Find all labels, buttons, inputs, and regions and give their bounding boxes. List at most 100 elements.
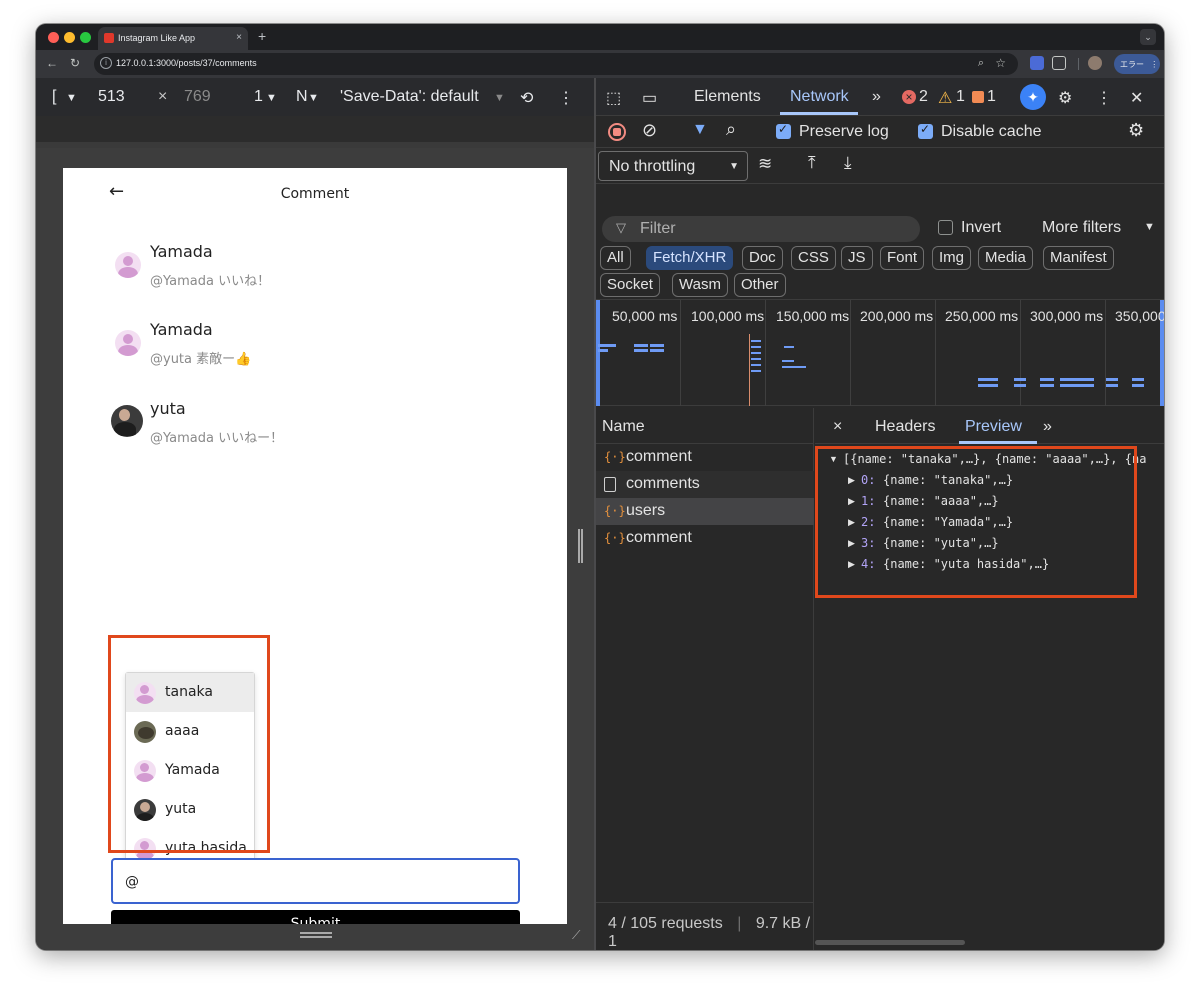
puzzle-icon[interactable] <box>1052 56 1066 70</box>
comment-text: @yuta 素敵ー👍 <box>150 352 252 367</box>
favicon-icon <box>104 33 114 43</box>
info-icon[interactable]: i <box>100 57 112 69</box>
timeline-tick: 50,000 ms <box>612 308 678 324</box>
error-icon[interactable]: × <box>902 90 916 104</box>
type-filter-socket[interactable]: Socket <box>600 273 660 297</box>
more-options-icon[interactable]: ⋮ <box>558 88 574 108</box>
timeline-tick: 200,000 ms <box>860 308 934 324</box>
more-tabs-icon[interactable]: » <box>872 88 881 106</box>
timeline-tick: 250,000 ms <box>945 308 1019 324</box>
error-count[interactable]: 2 <box>919 88 928 106</box>
type-filter-other[interactable]: Other <box>734 273 786 297</box>
tab-preview[interactable]: Preview <box>965 418 1022 436</box>
name-column-header[interactable]: Name <box>596 408 814 444</box>
profile-icon[interactable] <box>1088 56 1102 70</box>
more-filters-dropdown[interactable]: More filters <box>1042 219 1121 237</box>
network-conditions-icon[interactable]: ≋ <box>758 154 772 174</box>
inspect-element-icon[interactable]: ⬚ <box>606 88 621 108</box>
swap-dimensions-icon[interactable]: × <box>158 88 167 106</box>
extension-icon[interactable] <box>1030 56 1044 70</box>
disable-cache-checkbox[interactable] <box>918 122 933 139</box>
preserve-log-checkbox[interactable] <box>776 122 791 139</box>
submit-button[interactable]: Submit <box>111 910 520 924</box>
back-icon[interactable]: ← <box>46 56 58 70</box>
filter-input[interactable]: ▽ Filter <box>602 216 920 242</box>
tab-close-icon[interactable]: × <box>236 32 242 43</box>
zoom-icon[interactable]: ⌕ <box>978 57 984 70</box>
type-filter-media[interactable]: Media <box>978 246 1033 270</box>
menu-icon[interactable]: ⋮ <box>1150 60 1158 69</box>
request-name: comments <box>626 475 700 492</box>
ai-assistant-icon[interactable]: ✦ <box>1020 84 1046 110</box>
type-filter-doc[interactable]: Doc <box>742 246 783 270</box>
tab-elements[interactable]: Elements <box>694 88 761 106</box>
throttling-select[interactable]: No throttling ▼ <box>598 151 748 181</box>
clear-icon[interactable]: ⊘ <box>642 120 657 141</box>
resize-corner-icon[interactable]: ⟋ <box>572 928 580 943</box>
record-icon[interactable] <box>608 123 626 141</box>
close-icon[interactable]: ✕ <box>1130 88 1143 108</box>
star-icon[interactable]: ☆ <box>995 56 1006 70</box>
gear-icon[interactable]: ⚙ <box>1128 120 1144 141</box>
request-row[interactable]: comments <box>596 471 814 498</box>
filter-icon[interactable]: ▼ <box>692 121 708 139</box>
type-filter-font[interactable]: Font <box>880 246 925 270</box>
request-row[interactable]: {·} comment <box>596 444 814 471</box>
search-icon[interactable]: ⌕ <box>726 119 736 140</box>
highlight-box <box>108 635 270 853</box>
close-window-button[interactable] <box>48 32 59 43</box>
resize-handle-bottom[interactable] <box>300 932 332 938</box>
type-filter-img[interactable]: Img <box>932 246 972 270</box>
tab-headers[interactable]: Headers <box>875 418 935 436</box>
tab-network[interactable]: Network <box>790 88 849 106</box>
close-detail-icon[interactable]: × <box>833 418 842 436</box>
avatar <box>115 330 141 356</box>
type-filter-css[interactable]: CSS <box>791 246 836 270</box>
type-filter-all[interactable]: All <box>600 246 631 270</box>
timeline-left-handle[interactable] <box>596 300 600 406</box>
timeline-tick: 150,000 ms <box>776 308 850 324</box>
active-tab-indicator <box>959 441 1037 444</box>
request-row[interactable]: {·} comment <box>596 525 814 552</box>
more-options-icon[interactable]: ⋮ <box>1096 88 1112 108</box>
type-filter-wasm[interactable]: Wasm <box>672 273 728 297</box>
warning-icon[interactable]: ⚠ <box>938 88 952 108</box>
issues-count[interactable]: 1 <box>987 88 996 106</box>
profile-error-button[interactable]: エラー ⋮ <box>1114 54 1160 74</box>
resize-handle-right[interactable] <box>578 529 583 563</box>
comment-input[interactable]: @ <box>111 858 520 904</box>
type-filter-js[interactable]: JS <box>841 246 873 270</box>
viewport-height-input[interactable]: 769 <box>184 88 211 106</box>
reload-icon[interactable]: ↻ <box>70 56 80 70</box>
type-filter-fetch-xhr[interactable]: Fetch/XHR <box>646 246 734 270</box>
new-tab-button[interactable]: + <box>258 28 266 44</box>
document-icon <box>604 477 616 492</box>
throttle-dropdown[interactable]: N <box>296 88 308 106</box>
maximize-window-button[interactable] <box>80 32 91 43</box>
chevron-down-icon: ▼ <box>66 92 77 104</box>
filter-icon: ▽ <box>616 220 626 235</box>
viewport-width-input[interactable]: 513 <box>98 88 125 106</box>
warning-count[interactable]: 1 <box>956 88 965 106</box>
type-filter-manifest[interactable]: Manifest <box>1043 246 1114 270</box>
json-icon: {·} <box>604 450 626 464</box>
download-icon[interactable]: ⤓ <box>844 153 852 173</box>
request-list: Name {·} comment comments {·} users {·} … <box>596 408 814 950</box>
browser-tab[interactable]: Instagram Like App × <box>98 27 248 50</box>
request-row[interactable]: {·} users <box>596 498 814 525</box>
rotate-icon[interactable]: ⟲ <box>520 88 533 108</box>
dimensions-dropdown[interactable]: [ <box>52 88 56 106</box>
save-data-dropdown[interactable]: 'Save-Data': default <box>340 88 479 106</box>
gear-icon[interactable]: ⚙ <box>1058 88 1072 108</box>
dpr-dropdown[interactable]: 1 <box>254 88 263 106</box>
timeline-tick: 100,000 ms <box>691 308 765 324</box>
more-tabs-icon[interactable]: » <box>1043 418 1052 436</box>
upload-icon[interactable]: ⤒ <box>808 153 816 173</box>
minimize-window-button[interactable] <box>64 32 75 43</box>
issues-icon[interactable] <box>972 91 984 103</box>
url-bar[interactable]: i 127.0.0.1:3000/posts/37/comments ⌕ ☆ <box>94 53 1018 75</box>
invert-checkbox[interactable] <box>938 220 953 235</box>
tab-search-icon[interactable]: ⌄ <box>1140 29 1156 45</box>
device-toolbar-icon[interactable]: ▭ <box>642 88 657 108</box>
horizontal-scrollbar[interactable] <box>815 940 965 945</box>
